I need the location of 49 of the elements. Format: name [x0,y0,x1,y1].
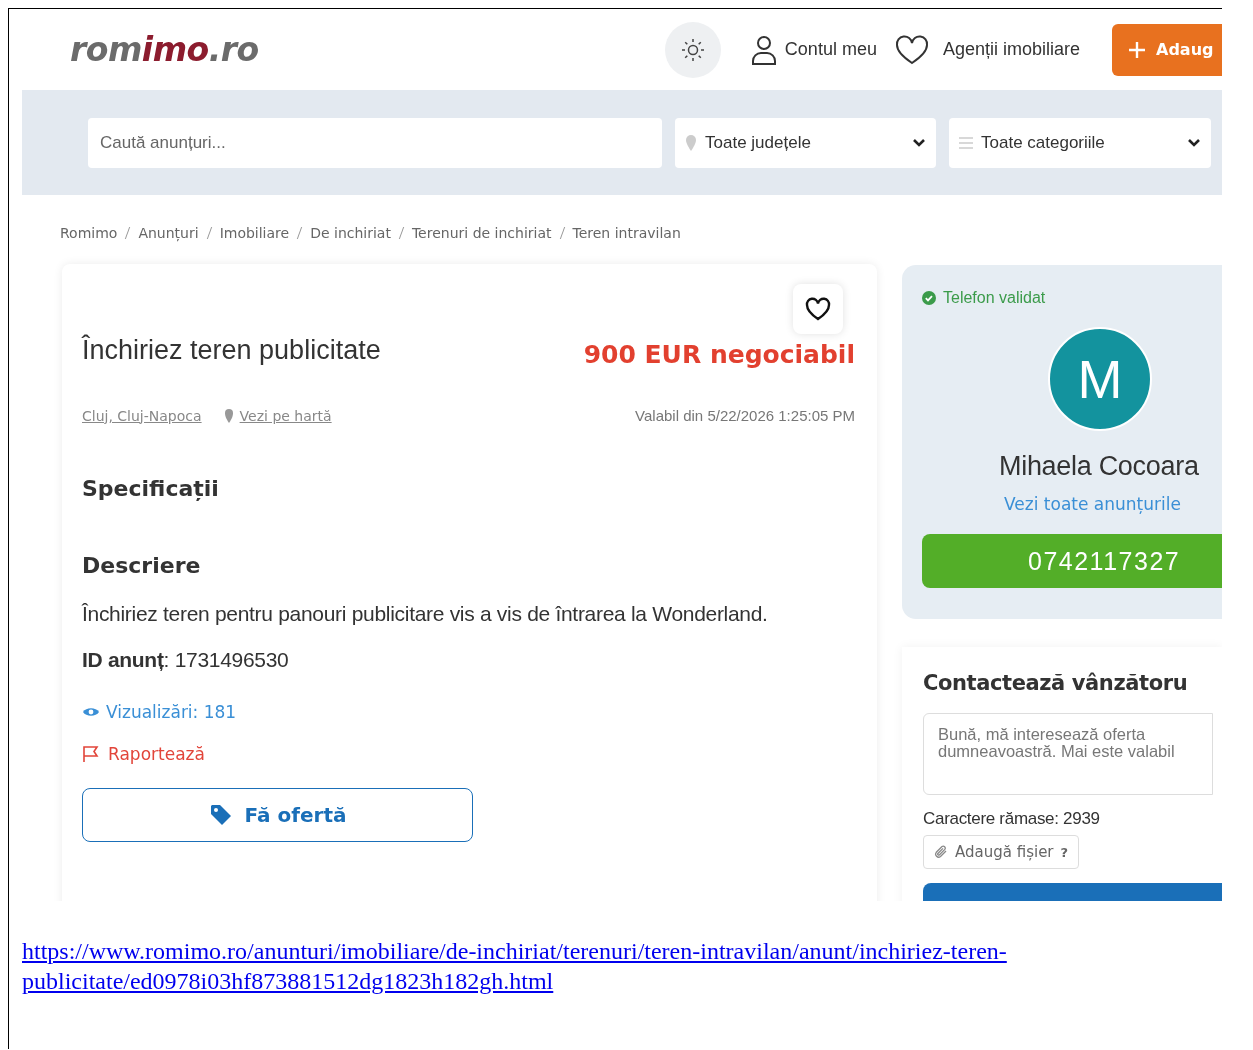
phone-status: Telefon validat [943,289,1046,307]
pin-icon [685,133,697,152]
add-listing-button[interactable]: Adaug [1112,23,1222,76]
chevron-down-icon [912,137,926,148]
attach-file-button[interactable]: Adaugă fișier ? [923,835,1080,869]
sun-icon [680,37,705,62]
views-count: Vizualizări: 181 [106,702,237,722]
agencies-link[interactable]: Agenții imobiliare [942,39,1080,60]
paperclip-icon [934,845,948,859]
plus-icon [1128,40,1146,59]
county-select[interactable]: Toate județele [675,117,936,168]
listing-title: Închiriez teren publicitate [82,335,381,366]
list-icon [959,136,973,149]
breadcrumb-link[interactable]: Imobiliare [219,224,290,241]
eye-icon [82,706,100,718]
description-heading: Descriere [82,553,202,578]
price: 900 EUR negociabil [583,340,855,369]
seller-name: Mihaela Cocoara [999,451,1200,482]
contact-heading: Contactează vânzătoru [923,671,1189,695]
favorite-button[interactable] [793,284,843,334]
description-text: Închiriez teren pentru panouri publicitare vis a vis de întrarea la Wonderland. [82,602,769,626]
breadcrumb-link[interactable]: Romimo [60,224,118,241]
logo[interactable]: romimo.ro [70,30,259,69]
location-link[interactable]: Cluj, Cluj-Napoca [82,407,202,424]
heart-icon [805,297,831,321]
flag-icon [82,745,100,763]
breadcrumb-link[interactable]: Anunțuri [138,224,199,241]
map-link[interactable]: Vezi pe hartă [239,407,332,424]
check-circle-icon [922,291,936,305]
chevron-down-icon [1187,137,1201,148]
specifications-heading: Specificații [82,476,220,501]
breadcrumb-link[interactable]: Teren intravilan [572,224,681,241]
search-field[interactable]: Caută anunțuri... [88,117,662,168]
valid-date: Valabil din 5/22/2026 1:25:05 PM [635,407,855,424]
user-icon [750,34,777,65]
account-link[interactable]: Contul meu [750,34,877,65]
pin-icon [223,407,234,424]
make-offer-button[interactable]: Fă ofertă [82,788,473,842]
avatar: M [1048,327,1152,431]
listing-id: ID anunț: 1731496530 [82,648,290,672]
breadcrumb-link[interactable]: De inchiriat [310,224,391,241]
breadcrumb-link[interactable]: Terenuri de inchiriat [411,224,552,241]
characters-remaining: Caractere rămase: 2939 [923,809,1101,829]
category-select[interactable]: Toate categoriile [949,117,1211,168]
tag-icon [208,803,233,827]
report-link[interactable]: Raportează [82,744,205,764]
message-field[interactable]: Bună, mă interesează oferta dumneavoastră. Mai este valabil [923,713,1213,795]
page-url-link[interactable]: https://www.romimo.ro/anunturi/imobiliare/de-inchiriat/terenuri/teren-intravilan/anunt/inchiriez-teren-publicitate/ed0978i03hf873881512dg1823h182gh.html [22,936,1142,996]
heart-icon[interactable] [894,34,929,65]
